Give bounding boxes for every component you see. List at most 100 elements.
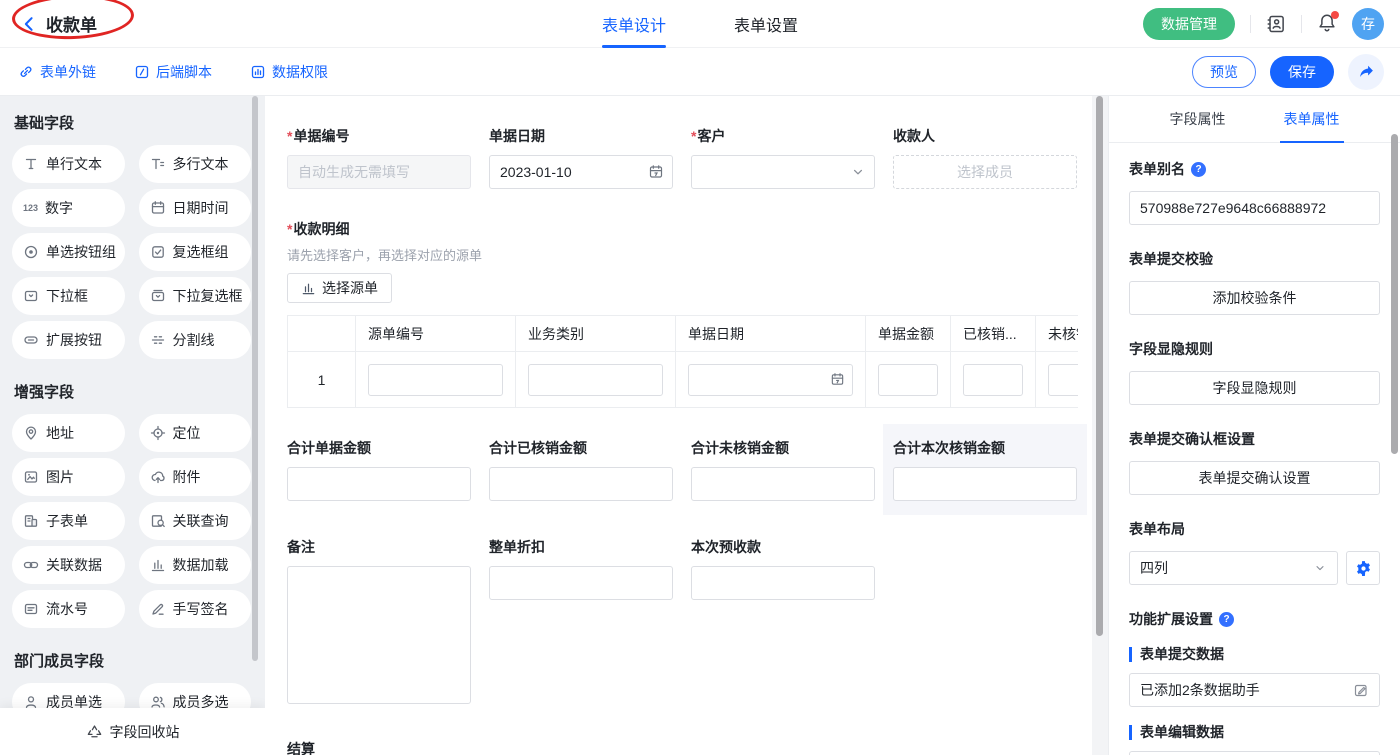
field-customer[interactable]: 客户 [691,126,875,189]
field-related-query[interactable]: 关联查询 [139,502,252,540]
field-checkbox-group[interactable]: 复选框组 [139,233,252,271]
field-serial-number[interactable]: 流水号 [12,590,125,628]
not-written-off-input[interactable] [1048,364,1078,396]
field-data-load[interactable]: 数据加载 [139,546,252,584]
tab-field-properties[interactable]: 字段属性 [1170,96,1226,142]
field-multi-line-text[interactable]: 多行文本 [139,145,252,183]
total-doc-amount-input[interactable] [287,467,471,501]
field-total-doc-amount[interactable]: 合计单据金额 [287,438,471,501]
remark-textarea[interactable] [287,566,471,704]
doc-amount-input[interactable] [878,364,938,396]
backend-script-label: 后端脚本 [156,62,212,82]
field-multi-select[interactable]: 下拉复选框 [139,277,252,315]
layout-value: 四列 [1140,558,1168,578]
discount-input[interactable] [489,566,673,600]
subform-icon [23,513,39,529]
total-written-off-input[interactable] [489,467,673,501]
source-no-input[interactable] [368,364,503,396]
tab-form-design[interactable]: 表单设计 [602,0,666,48]
field-total-current-written-off[interactable]: 合计本次核销金额 [893,438,1077,501]
alias-input[interactable] [1129,191,1380,225]
tab-form-settings[interactable]: 表单设置 [734,0,798,48]
pen-icon [150,601,166,617]
doc-date-input[interactable] [489,155,673,189]
field-discount[interactable]: 整单折扣 [489,537,673,707]
data-permission-link[interactable]: 数据权限 [250,62,328,82]
extension-label-row: 功能扩展设置 [1129,609,1380,629]
panel-scrollbar[interactable] [1391,134,1398,454]
field-remark[interactable]: 备注 [287,537,471,707]
written-off-input[interactable] [963,364,1023,396]
alias-label: 表单别名 [1129,159,1185,179]
field-subform[interactable]: 子表单 [12,502,125,540]
field-extend-button[interactable]: 扩展按钮 [12,321,125,359]
field-select[interactable]: 下拉框 [12,277,125,315]
preview-button[interactable]: 预览 [1192,56,1256,88]
edit-icon[interactable] [1353,682,1369,698]
field-number[interactable]: 123 数字 [12,189,125,227]
avatar[interactable]: 存 [1352,8,1384,40]
customer-select[interactable] [691,155,875,189]
field-attachment[interactable]: 附件 [139,458,252,496]
field-doc-no[interactable]: 单据编号 [287,126,471,189]
layout-row: 四列 [1129,551,1380,585]
business-type-input[interactable] [528,364,663,396]
layout-select[interactable]: 四列 [1129,551,1338,585]
field-settlement[interactable]: 结算 [287,739,1078,755]
field-divider[interactable]: 分割线 [139,321,252,359]
save-button[interactable]: 保存 [1270,56,1334,88]
field-total-written-off[interactable]: 合计已核销金额 [489,438,673,501]
field-address[interactable]: 地址 [12,414,125,452]
gear-icon [1355,560,1372,577]
submit-check-label: 表单提交校验 [1129,249,1380,269]
col-business-type: 业务类别 [516,316,676,352]
canvas-scrollbar[interactable] [1096,96,1103,636]
tab-form-properties[interactable]: 表单属性 [1284,96,1340,142]
field-label: 单选按钮组 [46,242,116,262]
field-image[interactable]: 图片 [12,458,125,496]
field-datetime[interactable]: 日期时间 [139,189,252,227]
share-button[interactable] [1348,54,1384,90]
layout-settings-button[interactable] [1346,551,1380,585]
selected-field-highlight: 合计本次核销金额 [883,424,1087,515]
total-current-written-off-input[interactable] [893,467,1077,501]
detail-table: 源单编号 业务类别 单据日期 单据金额 已核销... 未核销 1 [287,315,1078,408]
bar-chart-icon [301,281,316,296]
confirm-dialog-button[interactable]: 表单提交确认设置 [1129,461,1380,495]
calendar-icon [830,372,845,387]
sidebar-scrollbar[interactable] [252,96,258,661]
total-not-written-off-input[interactable] [691,467,875,501]
notification-bell[interactable] [1317,13,1337,36]
field-total-not-written-off[interactable]: 合计未核销金额 [691,438,875,501]
select-member-button[interactable]: 选择成员 [893,155,1077,189]
field-payment-detail[interactable]: 收款明细 请先选择客户，再选择对应的源单 选择源单 源单编号 业务类别 [287,219,1078,408]
submit-data-box[interactable]: 已添加2条数据助手 [1129,673,1380,707]
field-single-line-text[interactable]: 单行文本 [12,145,125,183]
field-signature[interactable]: 手写签名 [139,590,252,628]
field-prepay[interactable]: 本次预收款 [691,537,875,707]
field-payee[interactable]: 收款人 选择成员 [893,126,1077,189]
field-doc-date[interactable]: 单据日期 [489,126,673,189]
add-operation-button[interactable]: 添加操作 [1129,751,1380,755]
divider [1301,15,1302,33]
row-date-input[interactable] [688,364,853,396]
permission-icon [250,64,266,80]
field-recycle-bin[interactable]: 字段回收站 [0,708,265,755]
back-icon[interactable] [20,15,38,33]
add-check-condition-button[interactable]: 添加校验条件 [1129,281,1380,315]
help-icon[interactable] [1191,162,1206,177]
field-location[interactable]: 定位 [139,414,252,452]
doc-no-input[interactable] [287,155,471,189]
field-radio-group[interactable]: 单选按钮组 [12,233,125,271]
help-icon[interactable] [1219,612,1234,627]
contacts-icon[interactable] [1266,14,1286,34]
prepay-input[interactable] [691,566,875,600]
data-manage-button[interactable]: 数据管理 [1143,8,1235,40]
field-related-data[interactable]: 关联数据 [12,546,125,584]
visibility-rules-button[interactable]: 字段显隐规则 [1129,371,1380,405]
toolbar-actions: 预览 保存 [1192,54,1384,90]
form-external-link[interactable]: 表单外链 [18,62,96,82]
select-source-button[interactable]: 选择源单 [287,273,392,303]
backend-script-link[interactable]: 后端脚本 [134,62,212,82]
field-label: 图片 [46,467,74,487]
